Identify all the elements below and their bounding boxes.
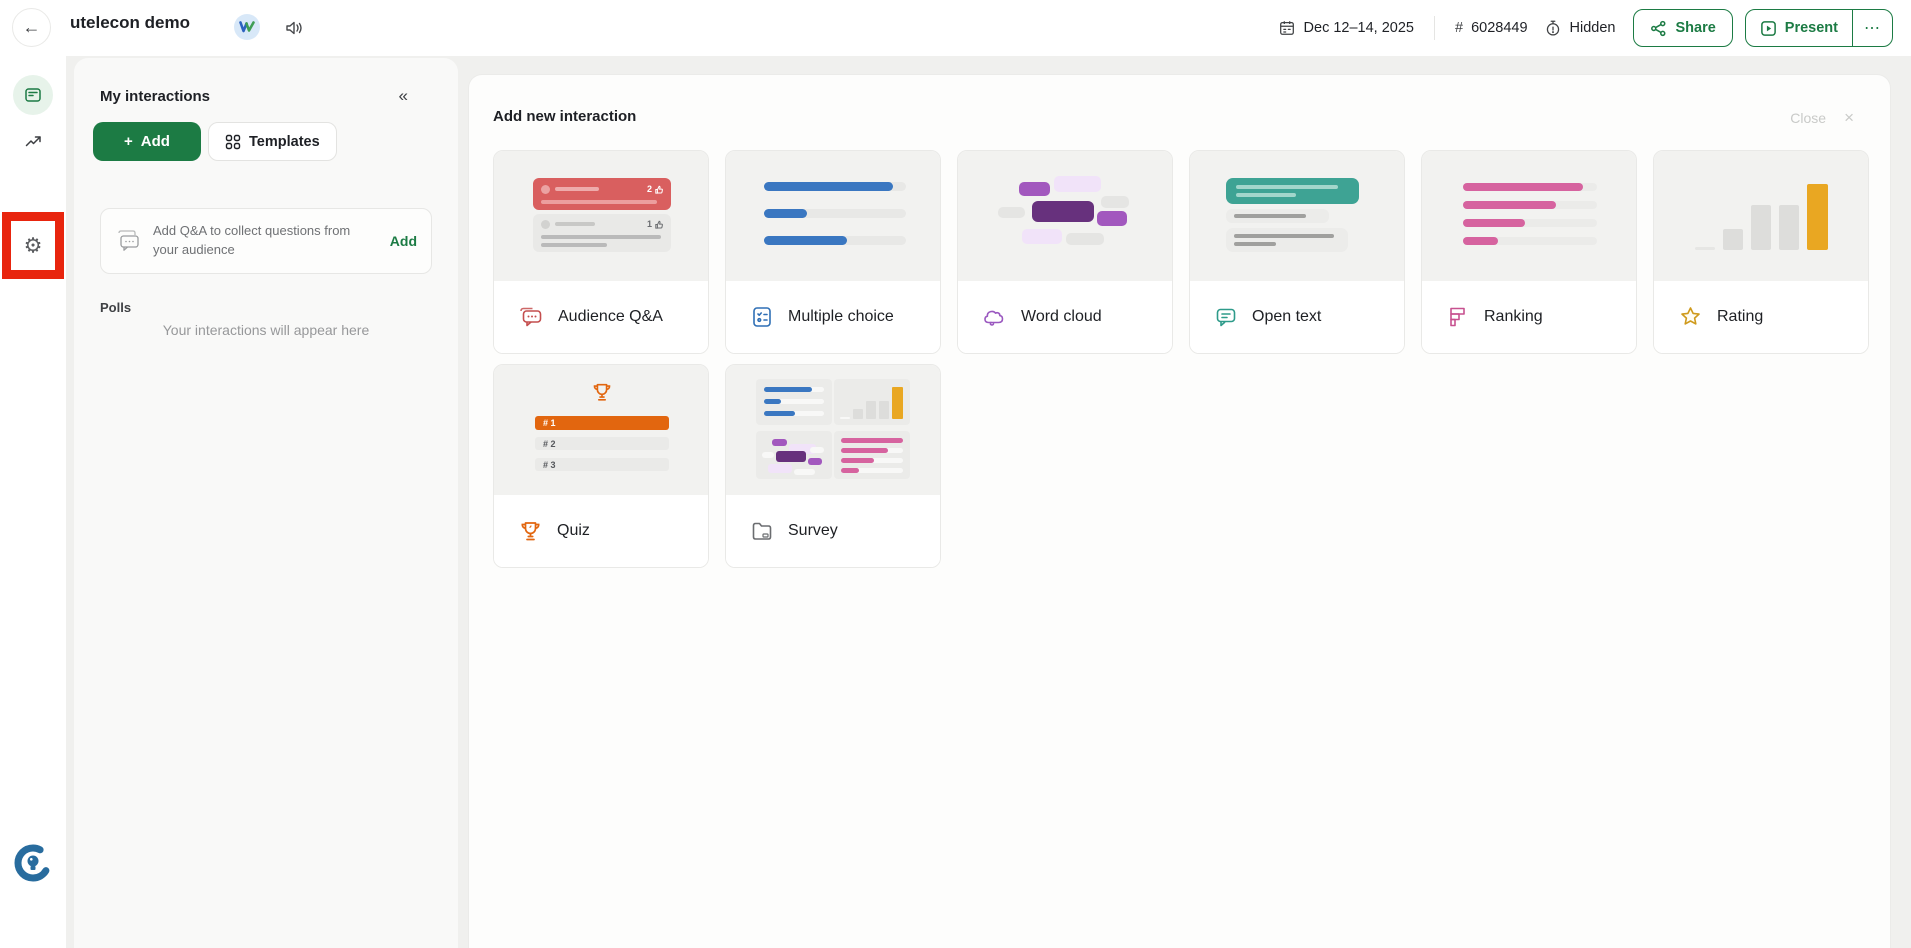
chevrons-left-icon: « [399, 86, 408, 105]
present-button[interactable]: Present [1746, 10, 1852, 46]
sidebar-title: My interactions [100, 88, 210, 105]
card-label: Survey [788, 522, 838, 540]
word-cloud-thumbnail [958, 151, 1172, 281]
add-interaction-button[interactable]: + Add [93, 122, 201, 161]
my-interactions-panel: My interactions « + Add Templates Audien… [74, 58, 458, 948]
collapse-sidebar-button[interactable]: « [399, 86, 408, 106]
trending-up-icon [24, 132, 43, 151]
present-play-icon [1760, 20, 1777, 37]
card-label: Rating [1717, 308, 1763, 326]
card-ranking[interactable]: Ranking [1421, 150, 1637, 354]
hidden-timer-icon [1544, 19, 1562, 37]
ranking-thumbnail [1422, 151, 1636, 281]
visibility-status: Hidden [1570, 20, 1616, 36]
plus-icon: + [124, 133, 133, 150]
share-label: Share [1675, 20, 1715, 36]
voting-code: 6028449 [1471, 20, 1527, 36]
panel-heading: Add new interaction [493, 108, 636, 125]
speech-bubbles-icon [115, 229, 141, 253]
card-rating[interactable]: Rating [1653, 150, 1869, 354]
qa-add-link[interactable]: Add [390, 233, 417, 249]
empty-state-text: Your interactions will appear here [74, 322, 458, 338]
qa-upvote-count: 1 [647, 219, 652, 229]
audience-qa-icon [518, 305, 544, 329]
card-audience-qa[interactable]: 2 1 [493, 150, 709, 354]
ranking-icon [1446, 305, 1470, 329]
code-hash: # [1455, 20, 1463, 36]
survey-thumbnail [726, 365, 940, 495]
audio-icon[interactable] [284, 18, 304, 38]
card-label: Word cloud [1021, 308, 1102, 326]
quiz-trophy-icon [518, 519, 543, 543]
session-dates: Dec 12–14, 2025 [1304, 20, 1414, 36]
app-logo[interactable] [0, 842, 66, 884]
more-ellipsis-icon: ⋯ [1864, 18, 1881, 38]
integration-badge[interactable] [234, 14, 260, 40]
card-label: Audience Q&A [558, 308, 663, 326]
qa-prompt-box: Add Q&A to collect questions from your a… [100, 208, 432, 274]
left-rail: ⚙ [0, 56, 66, 948]
rating-thumbnail [1654, 151, 1868, 281]
card-label: Quiz [557, 522, 590, 540]
rail-slides-button[interactable] [0, 75, 66, 115]
quiz-thumbnail: # 1 # 2 # 3 [494, 365, 708, 495]
divider [1434, 16, 1435, 40]
back-button[interactable]: ← [12, 8, 51, 47]
present-more-button[interactable]: ⋯ [1852, 10, 1892, 46]
thumbs-up-icon [655, 220, 663, 229]
quiz-rank-1: # 1 [543, 418, 556, 428]
quiz-rank-3: # 3 [543, 460, 556, 470]
card-multiple-choice[interactable]: Multiple choice [725, 150, 941, 354]
polls-section-label: Polls [100, 300, 131, 315]
qa-prompt-text: Add Q&A to collect questions from your a… [153, 222, 378, 260]
audience-qa-thumbnail: 2 1 [494, 151, 708, 281]
templates-button[interactable]: Templates [208, 122, 337, 161]
thumbs-up-icon [655, 185, 663, 194]
rail-trends-button[interactable] [0, 132, 66, 151]
card-word-cloud[interactable]: Word cloud [957, 150, 1173, 354]
close-icon[interactable]: × [1844, 108, 1854, 128]
close-label[interactable]: Close [1790, 110, 1826, 126]
present-button-group: Present ⋯ [1745, 9, 1893, 47]
survey-folder-icon [750, 519, 774, 543]
word-cloud-icon [982, 305, 1007, 329]
card-open-text[interactable]: Open text [1189, 150, 1405, 354]
annotation-highlight-settings: ⚙ [2, 212, 64, 279]
templates-label: Templates [249, 134, 320, 150]
slides-icon [24, 86, 42, 104]
open-text-thumbnail [1190, 151, 1404, 281]
settings-gear-icon[interactable]: ⚙ [24, 235, 43, 256]
add-button-label: Add [141, 133, 170, 150]
slides-icon-circle [13, 75, 53, 115]
card-label: Ranking [1484, 308, 1543, 326]
share-button[interactable]: Share [1633, 9, 1732, 47]
card-survey[interactable]: Survey [725, 364, 941, 568]
trophy-icon [591, 381, 613, 403]
open-text-icon [1214, 305, 1238, 329]
top-bar: ← utelecon demo Dec 12–14, 2025 # 602844… [0, 0, 1911, 56]
share-nodes-icon [1650, 20, 1667, 37]
card-quiz[interactable]: # 1 # 2 # 3 Quiz [493, 364, 709, 568]
present-label: Present [1785, 20, 1838, 36]
rating-star-icon [1678, 305, 1703, 329]
qa-upvote-count: 2 [647, 184, 652, 194]
utelecon-logo-icon [12, 842, 54, 884]
templates-grid-icon [225, 134, 241, 150]
calendar-icon [1278, 19, 1296, 37]
multiple-choice-thumbnail [726, 151, 940, 281]
integration-logo-icon [239, 20, 255, 34]
quiz-rank-2: # 2 [543, 439, 556, 449]
multiple-choice-icon [750, 305, 774, 329]
add-interaction-panel: Add new interaction Close × 2 [468, 74, 1891, 948]
back-arrow-icon: ← [23, 17, 41, 38]
card-label: Open text [1252, 308, 1321, 326]
card-label: Multiple choice [788, 308, 894, 326]
presentation-title: utelecon demo [70, 13, 190, 33]
